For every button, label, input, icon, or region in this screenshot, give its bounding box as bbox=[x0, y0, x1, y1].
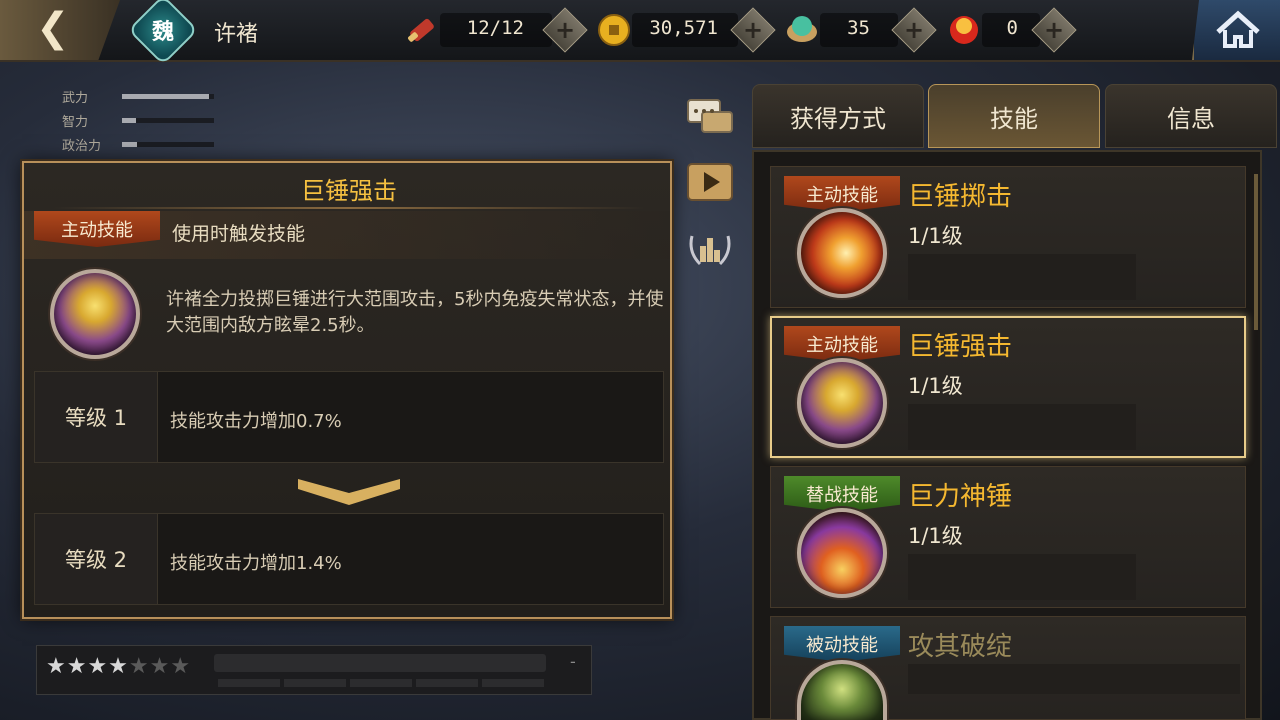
level-label: 等级 2 bbox=[34, 513, 158, 605]
stat-track-politics bbox=[122, 142, 214, 147]
mighty-hammer-icon bbox=[797, 508, 887, 598]
home-icon bbox=[1216, 10, 1260, 48]
star-rating: ★★★★★★★ bbox=[46, 654, 191, 679]
plus-icon: + bbox=[903, 16, 925, 44]
hammer-throw-icon bbox=[797, 208, 887, 298]
tab-info[interactable]: 信息 bbox=[1105, 84, 1277, 148]
rating-segment bbox=[218, 679, 280, 687]
skill-upgrade-slot bbox=[908, 404, 1136, 450]
skill-type-tag: 主动技能 bbox=[784, 176, 900, 212]
stat-track-force bbox=[122, 94, 214, 99]
skill-type-tag: 被动技能 bbox=[784, 626, 900, 662]
stat-fill bbox=[122, 142, 137, 147]
skill-type-tag: 主动技能 bbox=[784, 326, 900, 362]
coin-icon bbox=[596, 12, 632, 48]
play-icon bbox=[687, 163, 733, 201]
skill-detail-title: 巨锤强击 bbox=[301, 177, 397, 205]
skill-list-scrollbar[interactable] bbox=[1254, 174, 1258, 330]
skill-name: 巨锤掷击 bbox=[908, 182, 1013, 212]
skill-type-tag: 替战技能 bbox=[784, 476, 900, 512]
stamina-value: 12/12 bbox=[466, 17, 524, 39]
tab-skills[interactable]: 技能 bbox=[928, 84, 1100, 148]
rating-dash: - bbox=[570, 652, 576, 671]
rating-segment bbox=[416, 679, 478, 687]
skill-type-tag: 主动技能 bbox=[34, 211, 160, 247]
ranking-button[interactable] bbox=[686, 226, 734, 270]
skill-level: 1/1级 bbox=[908, 224, 963, 248]
level-effect: 技能攻击力增加0.7% bbox=[170, 411, 342, 432]
skill-detail-panel: 巨锤强击 主动技能 使用时触发技能 许褚全力投掷巨锤进行大范围攻击，5秒内免疫失… bbox=[22, 161, 672, 619]
skill-name: 攻其破绽 bbox=[908, 632, 1013, 662]
gem-value: 0 bbox=[1006, 17, 1018, 39]
rating-segment bbox=[482, 679, 544, 687]
stat-label-politics: 政治力 bbox=[62, 139, 102, 154]
level-label: 等级 1 bbox=[34, 371, 158, 463]
gold-value: 30,571 bbox=[649, 17, 718, 39]
skill-upgrade-slot bbox=[908, 254, 1136, 300]
title-divider bbox=[54, 207, 644, 209]
skill-level: 1/1级 bbox=[908, 374, 963, 398]
empty-stars: ★★★ bbox=[128, 654, 192, 679]
red-gem-icon bbox=[946, 12, 982, 48]
plus-icon: + bbox=[554, 16, 576, 44]
filled-stars: ★★★★ bbox=[46, 654, 129, 679]
faction-char: 魏 bbox=[151, 20, 174, 45]
home-button[interactable] bbox=[1192, 0, 1280, 60]
chevron-down-icon[interactable] bbox=[296, 475, 402, 507]
rating-progress-bar bbox=[214, 654, 546, 672]
tab-acquire[interactable]: 获得方式 bbox=[752, 84, 924, 148]
stat-track-intelligence bbox=[122, 118, 214, 123]
stat-fill bbox=[122, 118, 136, 123]
stat-label-force: 武力 bbox=[62, 91, 89, 106]
skill-upgrade-slot bbox=[908, 664, 1240, 694]
play-button[interactable] bbox=[686, 162, 734, 202]
stat-fill bbox=[122, 94, 210, 99]
stat-label-intelligence: 智力 bbox=[62, 115, 89, 130]
jade-value: 35 bbox=[847, 17, 870, 39]
skill-description: 许褚全力投掷巨锤进行大范围攻击，5秒内免疫失常状态，并使大范围内敌方眩晕2.5秒… bbox=[166, 289, 664, 336]
skill-level: 1/1级 bbox=[908, 524, 963, 548]
rating-segment bbox=[284, 679, 346, 687]
ranking-icon bbox=[689, 235, 731, 266]
skill-upgrade-slot bbox=[908, 554, 1136, 600]
skill-name: 巨锤强击 bbox=[908, 332, 1013, 362]
jade-icon bbox=[784, 12, 820, 48]
rating-segment bbox=[350, 679, 412, 687]
plus-icon: + bbox=[742, 16, 764, 44]
skill-trigger-text: 使用时触发技能 bbox=[172, 223, 306, 245]
chat-icon bbox=[687, 99, 733, 133]
plus-icon: + bbox=[1043, 16, 1065, 44]
skill-name: 巨力神锤 bbox=[908, 482, 1013, 512]
hammer-strike-icon bbox=[797, 358, 887, 448]
level-effect: 技能攻击力增加1.4% bbox=[170, 553, 342, 574]
hammer-strike-icon bbox=[50, 269, 140, 359]
chevron-left-icon: ❮ bbox=[36, 5, 70, 51]
hero-name: 许褚 bbox=[214, 22, 259, 47]
scroll-icon bbox=[404, 12, 440, 48]
chat-button[interactable] bbox=[686, 98, 734, 138]
